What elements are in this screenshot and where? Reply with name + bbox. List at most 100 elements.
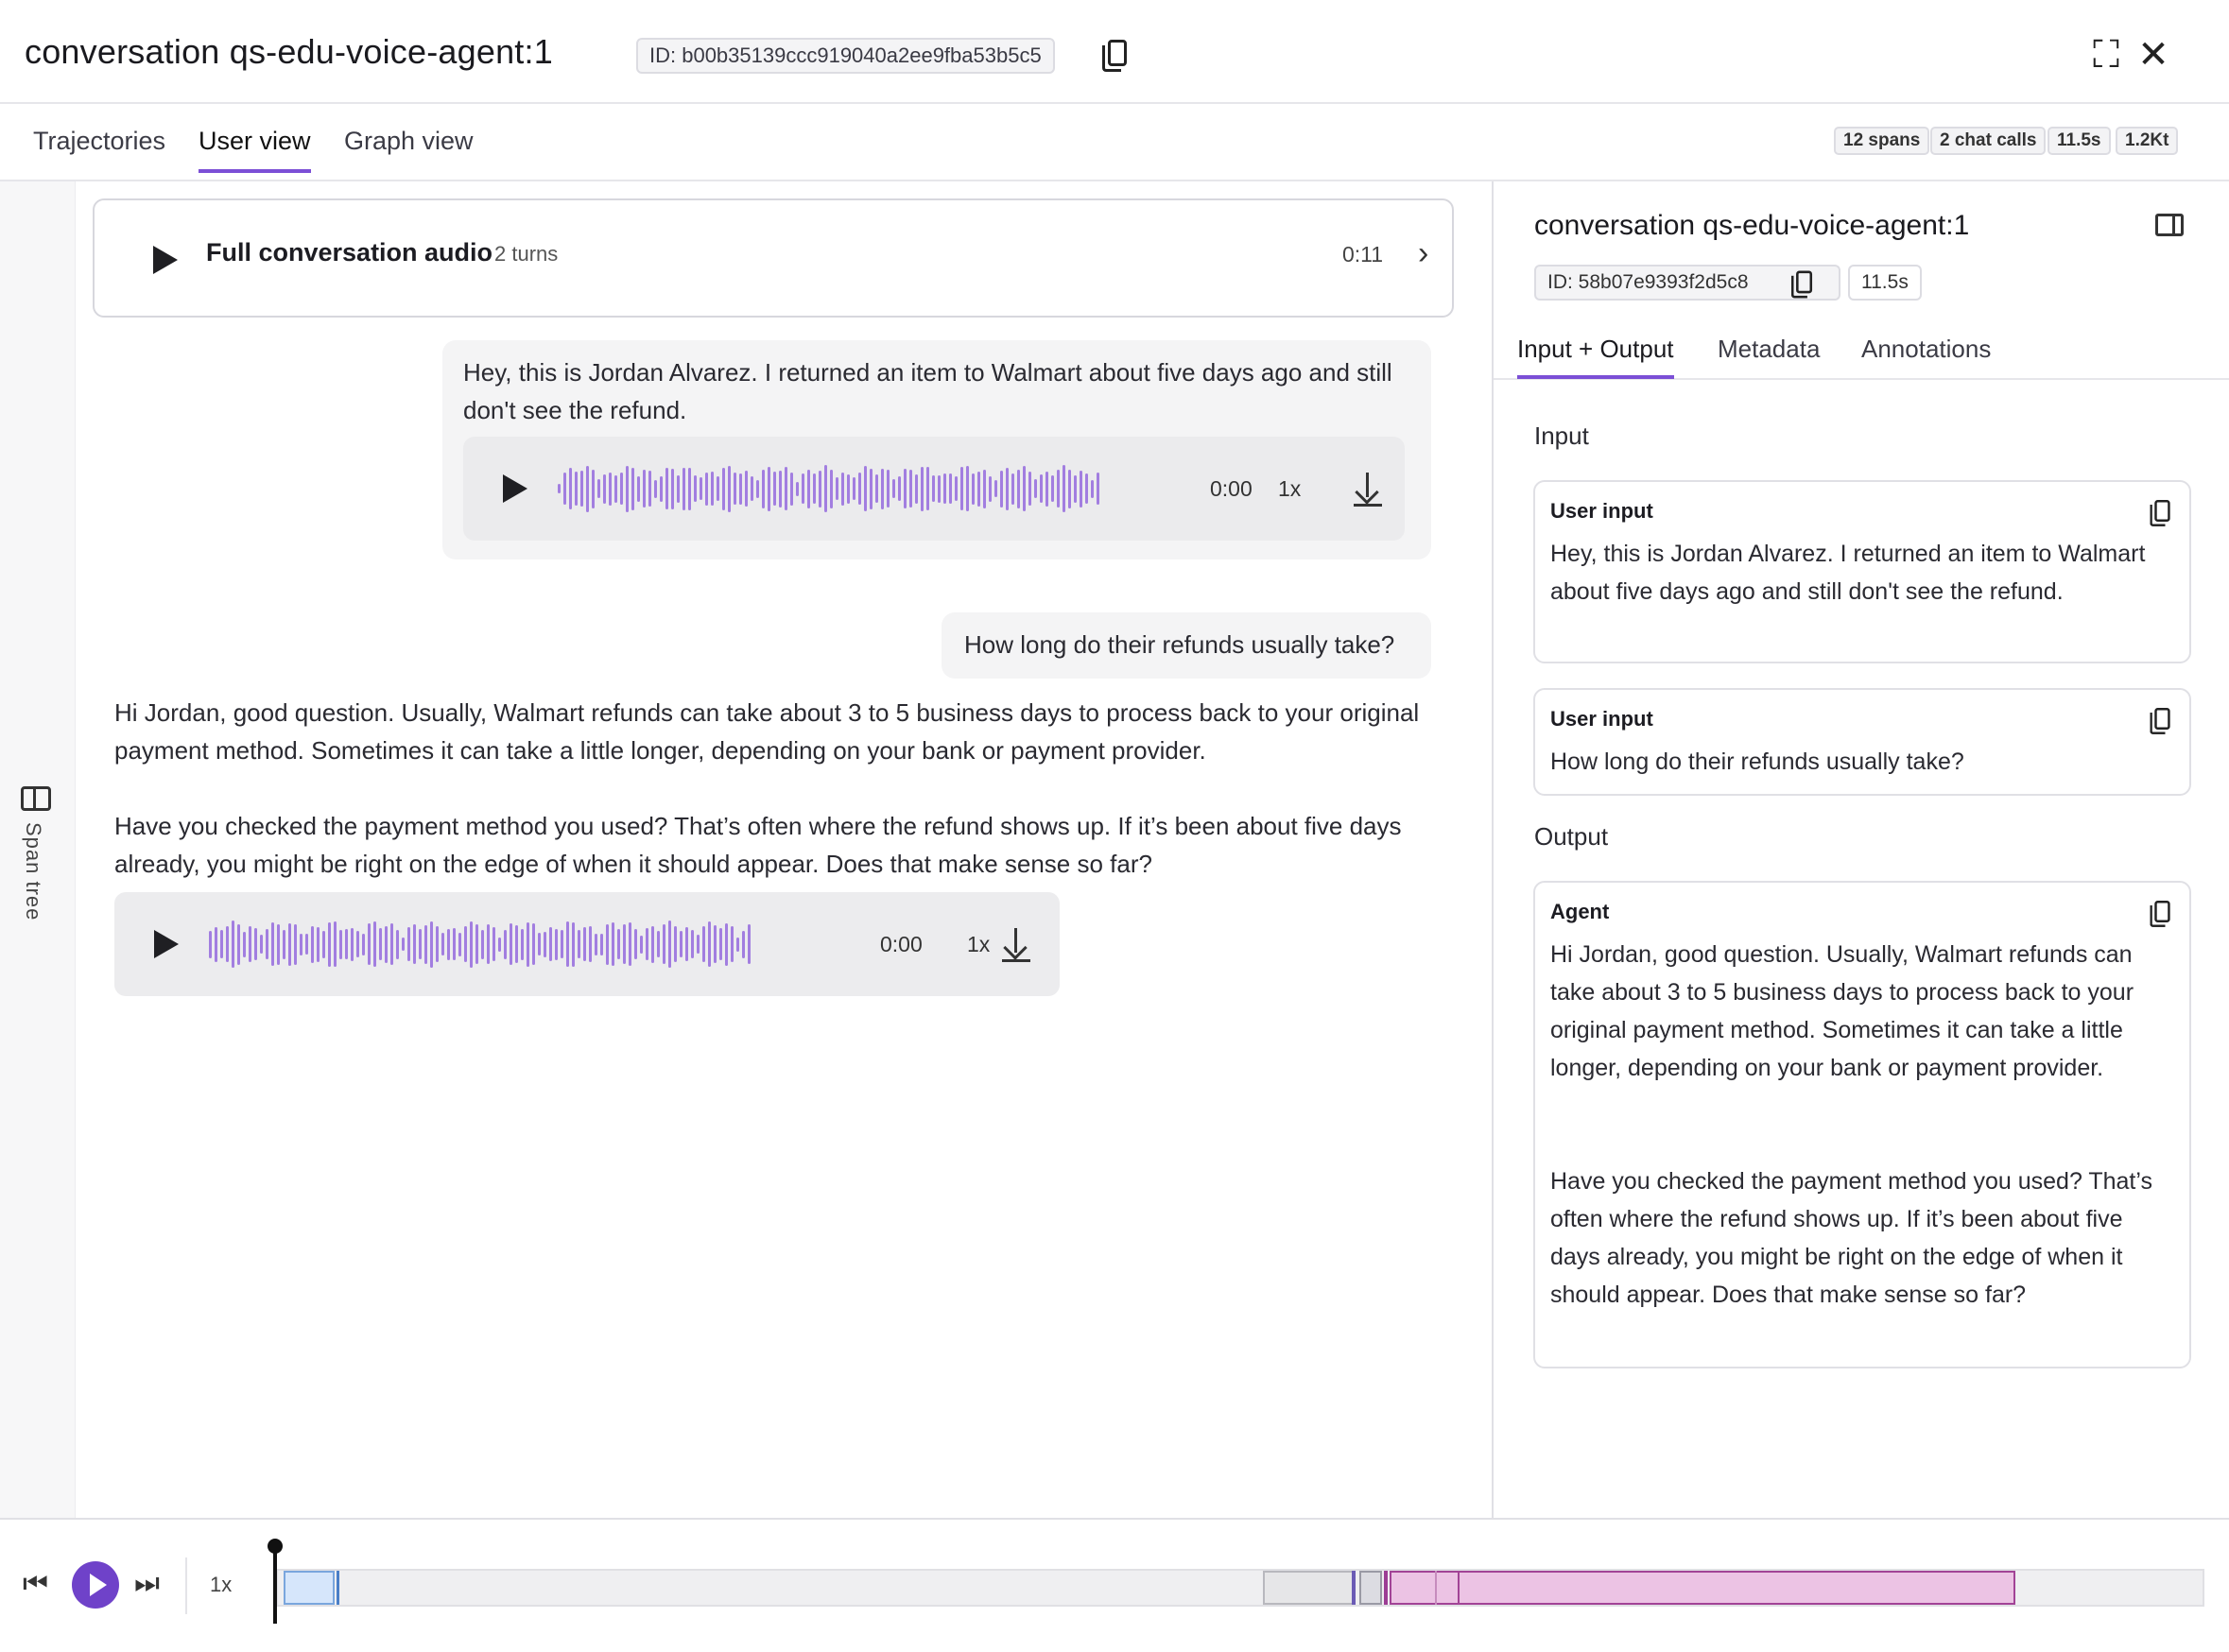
play-icon[interactable] (154, 930, 179, 958)
close-icon[interactable]: ✕ (2136, 36, 2170, 74)
waveform-bar (385, 925, 388, 963)
timeline-segment[interactable] (1263, 1571, 1354, 1605)
chevron-right-icon[interactable]: › (1418, 236, 1428, 270)
waveform-bar (612, 922, 614, 966)
collapse-panel-icon[interactable] (2155, 214, 2184, 236)
waveform-bar (368, 923, 371, 965)
skip-back-icon[interactable]: ⏮ (23, 1567, 48, 1601)
waveform-bar (317, 926, 320, 962)
span-tree-rail[interactable]: Span tree (0, 181, 76, 1518)
waveform-bar (373, 921, 376, 967)
waveform-bar (881, 468, 884, 509)
download-icon[interactable] (1002, 928, 1030, 962)
waveform-bar (909, 470, 912, 508)
detail-tabs: Input + Output Metadata Annotations (1494, 321, 2229, 380)
waveform-bar (583, 927, 586, 961)
copy-icon[interactable] (1790, 270, 1813, 299)
audio-player: 0:00 1x (463, 437, 1405, 541)
waveform-bar (1063, 465, 1065, 512)
skip-forward-icon[interactable]: ⏭ (134, 1567, 160, 1601)
timeline-marker (1458, 1571, 1460, 1605)
output-paragraph: Have you checked the payment method you … (1550, 1168, 2152, 1308)
waveform-bar (441, 933, 444, 955)
play-button[interactable] (72, 1561, 119, 1609)
waveform-bar (447, 928, 450, 960)
tab-annotations[interactable]: Annotations (1861, 335, 1991, 375)
waveform-bar (802, 473, 804, 504)
playback-speed[interactable]: 1x (1278, 476, 1301, 502)
waveform-bar (617, 929, 620, 959)
play-icon[interactable] (503, 474, 527, 503)
waveform-bar (668, 921, 671, 968)
waveform-bar (232, 921, 234, 968)
waveform-bar (904, 469, 907, 508)
waveform-bar (220, 930, 223, 958)
waveform-bar (1011, 473, 1014, 505)
copy-icon[interactable] (1102, 40, 1127, 72)
waveform-bar (671, 468, 674, 509)
waveform-bar (1068, 469, 1071, 508)
span-tree-label[interactable]: Span tree (21, 822, 45, 921)
divider (185, 1557, 187, 1614)
waveform-bar (637, 475, 640, 502)
waveform-bar (288, 922, 291, 966)
waveform-bar (283, 929, 285, 959)
waveform-bar (1006, 467, 1009, 510)
input-role: User input (1550, 499, 1653, 523)
copy-icon[interactable] (2150, 901, 2170, 927)
waveform-bar (561, 930, 563, 958)
waveform-bar (870, 468, 873, 509)
playback-speed[interactable]: 1x (967, 932, 990, 957)
waveform-bar (768, 466, 770, 511)
tab-graph-view[interactable]: Graph view (344, 127, 474, 169)
waveform-bar (563, 473, 566, 505)
waveform-bar (226, 926, 229, 962)
dialog-title: conversation qs-edu-voice-agent:1 (25, 32, 553, 71)
expand-panel-icon[interactable] (21, 786, 51, 811)
player-time: 0:00 (880, 932, 923, 956)
copy-icon[interactable] (2150, 500, 2170, 526)
waveform-bar (538, 933, 541, 955)
span-title: conversation qs-edu-voice-agent:1 (1534, 210, 1970, 241)
waveform-bar (700, 477, 702, 500)
waveform-bar (938, 474, 941, 503)
timeline-segment-user[interactable] (284, 1571, 335, 1605)
play-icon[interactable] (153, 246, 178, 274)
tab-trajectories[interactable]: Trajectories (33, 127, 165, 169)
waveform-bar (722, 467, 725, 510)
timeline-speed[interactable]: 1x (210, 1573, 232, 1597)
playhead[interactable] (268, 1539, 283, 1624)
waveform-bar (966, 466, 969, 511)
waveform-bar (1000, 470, 1003, 508)
timeline-segment-agent[interactable] (1390, 1571, 2015, 1605)
tab-metadata[interactable]: Metadata (1718, 335, 1820, 375)
waveform-bar (892, 479, 895, 498)
waveform-bar (266, 929, 268, 959)
download-icon[interactable] (1354, 473, 1382, 507)
waveform-bar (697, 935, 700, 954)
waveform-bar (643, 470, 646, 508)
audio-waveform[interactable] (558, 460, 1099, 517)
waveform-bar (708, 921, 711, 967)
waveform-bar (1091, 479, 1094, 498)
waveform-bar (436, 926, 439, 962)
input-card: User input How long do their refunds usu… (1533, 688, 2191, 796)
waveform-bar (1085, 473, 1088, 504)
audio-waveform[interactable] (209, 916, 751, 972)
timeline-marker (1384, 1571, 1388, 1605)
waveform-bar (1045, 471, 1048, 507)
waveform-bar (294, 923, 297, 965)
tab-user-view[interactable]: User view (199, 127, 311, 173)
full-conversation-audio[interactable]: Full conversation audio 2 turns 0:11 › (93, 198, 1454, 318)
copy-icon[interactable] (2150, 708, 2170, 734)
waveform-bar (558, 484, 561, 493)
waveform-bar (578, 930, 580, 958)
agent-message-paragraph: Have you checked the payment method you … (114, 812, 1402, 878)
tab-input-output[interactable]: Input + Output (1517, 335, 1674, 379)
fullscreen-icon[interactable]: ⛶ (2089, 36, 2123, 74)
timeline-track[interactable] (276, 1569, 2204, 1607)
input-heading: Input (1534, 422, 1589, 450)
timeline-segment[interactable] (1359, 1571, 1382, 1605)
waveform-bar (830, 469, 833, 508)
waveform-bar (549, 927, 552, 961)
